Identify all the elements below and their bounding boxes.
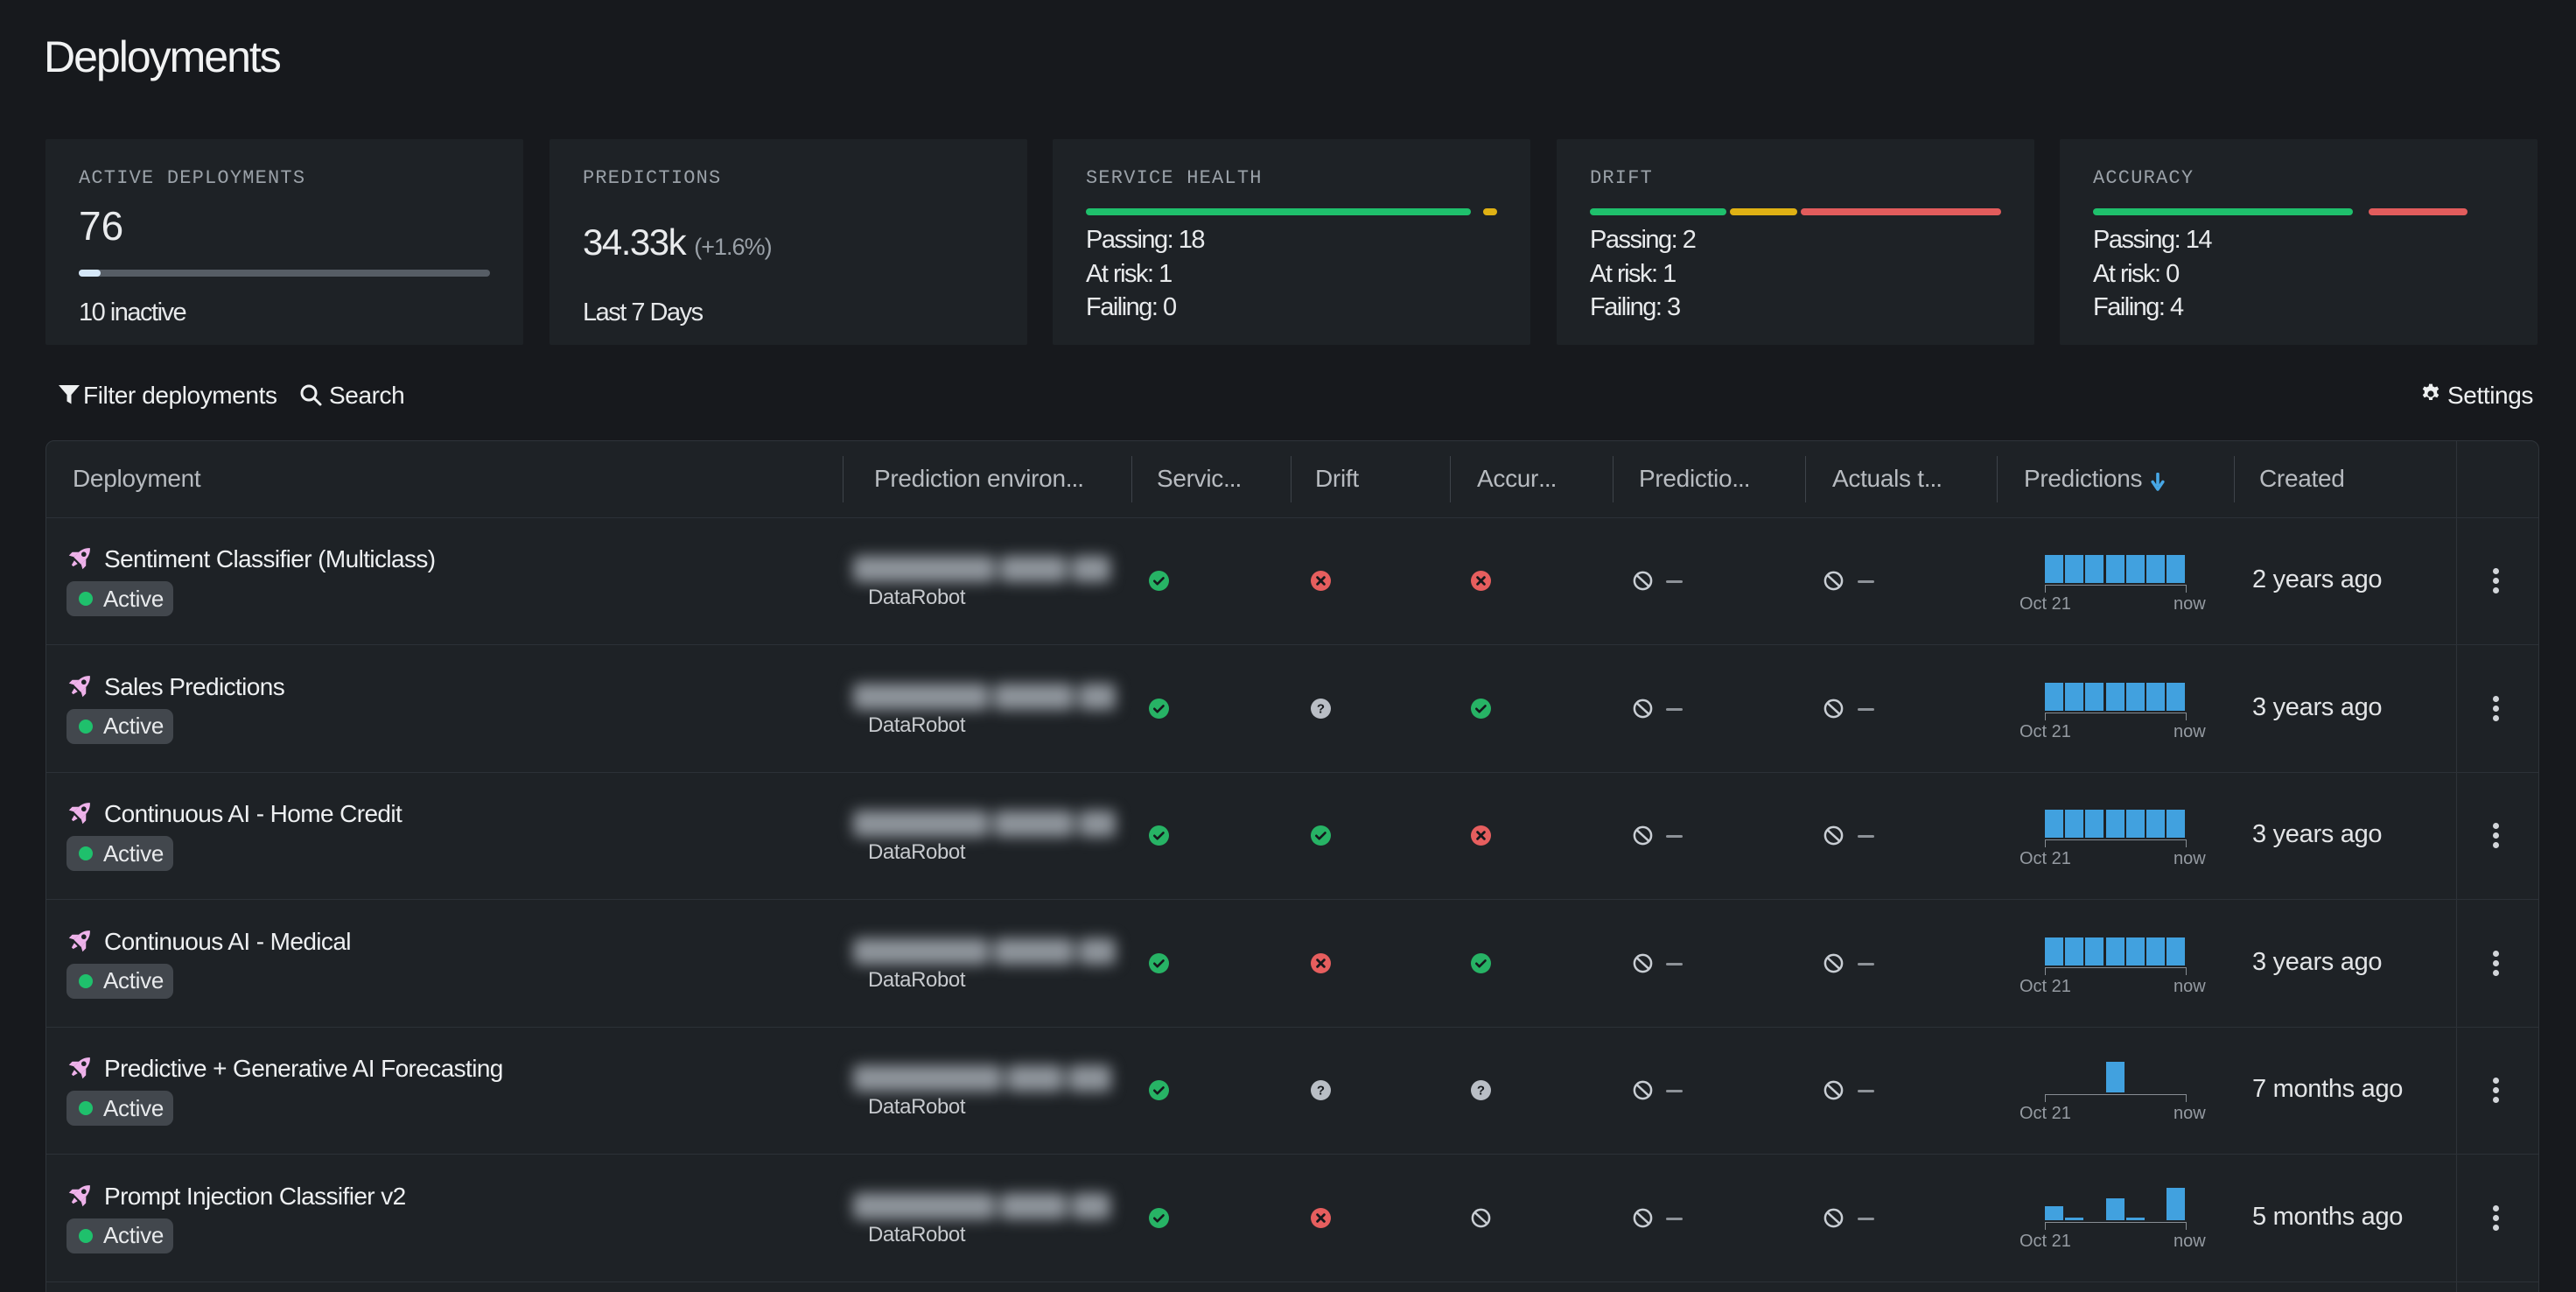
svg-text:?: ? (1317, 1084, 1325, 1099)
svg-text:?: ? (1477, 1084, 1485, 1099)
svg-text:?: ? (1317, 701, 1325, 716)
